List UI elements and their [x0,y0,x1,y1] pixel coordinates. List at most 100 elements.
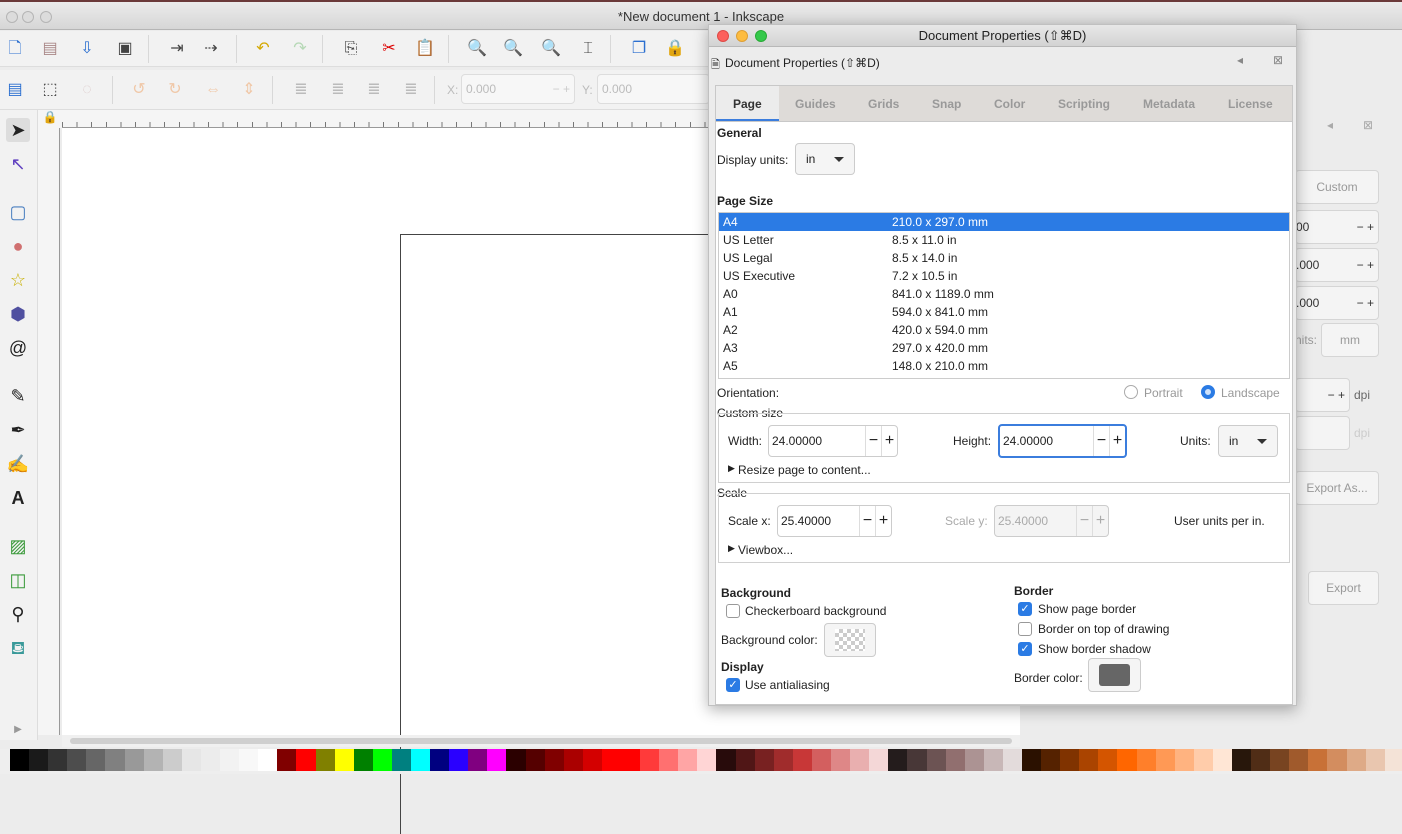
x-input[interactable]: 0.000− + [461,74,575,104]
color-swatch[interactable] [850,749,870,771]
horizontal-scrollbar[interactable] [62,735,1020,747]
calligraphy-tool-icon[interactable]: ✍ [6,452,30,476]
color-swatch[interactable] [888,749,908,771]
color-swatch[interactable] [716,749,736,771]
page-size-row[interactable]: US Legal 8.5 x 14.0 in [719,249,1289,267]
page-size-row[interactable]: A3 297.0 x 420.0 mm [719,339,1289,357]
color-swatch[interactable] [582,749,602,771]
tab-page[interactable]: Page [716,86,779,122]
paint-bucket-tool-icon[interactable]: ⛾ [6,636,30,660]
color-swatch[interactable] [601,749,621,771]
tab-color[interactable]: Color [994,86,1025,122]
color-swatch[interactable] [105,749,125,771]
page-size-row[interactable]: A5 148.0 x 210.0 mm [719,357,1289,375]
color-swatch[interactable] [1098,749,1118,771]
color-swatch[interactable] [143,749,163,771]
color-swatch[interactable] [1346,749,1366,771]
border-on-top-checkbox[interactable] [1018,622,1032,636]
minimize-window-button[interactable] [22,11,34,23]
dock-x0-input[interactable]: 00− + [1295,210,1379,244]
color-swatch[interactable] [86,749,106,771]
pencil-tool-icon[interactable]: ✎ [6,384,30,408]
color-swatch[interactable] [1174,749,1194,771]
page-size-list[interactable]: A4 210.0 x 297.0 mm US Letter 8.5 x 11.0 in… [718,212,1290,379]
color-swatch[interactable] [391,749,411,771]
dialog-minimize-button[interactable] [736,30,748,42]
color-swatch[interactable] [945,749,965,771]
color-swatch[interactable] [640,749,660,771]
flip-horizontal-icon[interactable]: ⇔ [202,79,224,101]
color-swatch[interactable] [1041,749,1061,771]
select-all-layers-icon[interactable]: ⬚ [39,79,61,101]
lower-icon[interactable]: ≣ [327,79,349,101]
color-swatch[interactable] [926,749,946,771]
color-swatch[interactable] [181,749,201,771]
deselect-icon[interactable]: ◌ [76,79,98,101]
page-size-row[interactable]: A1 594.0 x 841.0 mm [719,303,1289,321]
flip-vertical-icon[interactable]: ⇕ [238,79,260,101]
dock-units-select[interactable]: mm [1321,323,1379,357]
gradient-tool-icon[interactable]: ▨ [6,534,30,558]
color-swatch[interactable] [410,749,431,771]
color-swatch[interactable] [124,749,144,771]
dock-iconify-icon[interactable]: ◂ [1327,118,1333,132]
color-swatch[interactable] [1251,749,1271,771]
raise-to-top-icon[interactable]: ≣ [400,79,422,101]
dropper-tool-icon[interactable]: ⚲ [6,602,30,626]
color-swatch[interactable] [239,749,259,771]
zoom-page-width-icon[interactable]: ⌶ [577,38,599,60]
export-file-icon[interactable]: ⇢ [200,38,222,60]
redo-icon[interactable]: ↷ [289,38,311,60]
color-swatch[interactable] [659,749,679,771]
color-swatch[interactable] [811,749,832,771]
color-swatch[interactable] [831,749,851,771]
color-swatch[interactable] [525,749,545,771]
duplicate-icon[interactable]: ❐ [628,38,650,60]
color-swatch[interactable] [67,749,87,771]
height-input[interactable]: 24.00000− + [998,424,1127,458]
clone-icon[interactable]: 🔒 [664,38,686,60]
tab-license[interactable]: License [1228,86,1273,122]
viewbox-expander-icon[interactable]: ▶ [728,543,735,554]
copy-icon[interactable]: ⎘ [340,38,362,60]
y-input[interactable]: 0.000 [597,74,710,104]
open-icon[interactable]: ▤ [39,38,61,60]
panel-close-icon[interactable]: ⊠ [1273,53,1283,67]
expand-toolbox-icon[interactable]: ▶ [6,718,30,742]
color-swatch[interactable] [1117,749,1137,771]
width-input[interactable]: 24.00000− + [768,425,898,457]
star-tool-icon[interactable]: ☆ [6,268,30,292]
page-size-row[interactable]: A4 210.0 x 297.0 mm [719,213,1289,231]
dock-dpi2-input[interactable] [1295,416,1350,450]
color-swatch[interactable] [621,749,641,771]
page-size-row[interactable]: US Letter 8.5 x 11.0 in [719,231,1289,249]
color-swatch[interactable] [697,749,717,771]
tab-metadata[interactable]: Metadata [1143,86,1195,122]
color-swatch[interactable] [277,749,297,771]
color-swatch[interactable] [162,749,182,771]
color-swatch[interactable] [1155,749,1175,771]
units-select[interactable]: in [1218,425,1278,457]
display-units-select[interactable]: in [795,143,855,175]
new-document-icon[interactable]: 🗋 [4,38,26,60]
scale-x-input[interactable]: 25.40000− + [777,505,892,537]
raise-icon[interactable]: ≣ [363,79,385,101]
color-swatch[interactable] [1308,749,1328,771]
viewbox-expander[interactable]: Viewbox... [738,543,793,557]
color-swatch[interactable] [983,749,1003,771]
color-swatch[interactable] [544,749,564,771]
tab-grids[interactable]: Grids [868,86,899,122]
color-swatch[interactable] [1193,749,1213,771]
dock-x1-input[interactable]: .000− + [1295,286,1379,320]
color-swatch[interactable] [1079,749,1099,771]
zoom-selection-icon[interactable]: 🔍 [466,38,488,60]
import-icon[interactable]: ⇩ [76,38,98,60]
color-swatch[interactable] [1232,749,1252,771]
spiral-tool-icon[interactable]: @ [6,336,30,360]
lock-guides-icon[interactable]: 🔒 [38,110,62,128]
tab-guides[interactable]: Guides [795,86,836,122]
color-swatch[interactable] [200,749,221,771]
antialiasing-checkbox[interactable]: ✓ [726,678,740,692]
3d-box-tool-icon[interactable]: ⬢ [6,302,30,326]
color-swatch[interactable] [1002,749,1022,771]
